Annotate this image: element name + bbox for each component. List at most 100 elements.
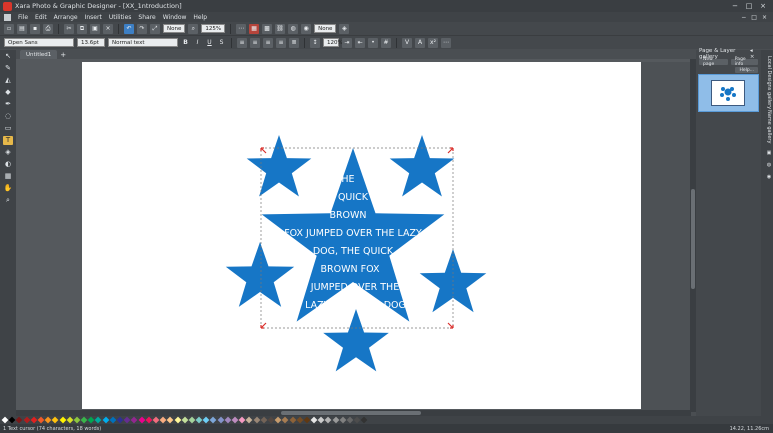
selection-handle-top-left[interactable]: [260, 147, 267, 154]
align-right-icon[interactable]: ≡: [263, 37, 273, 48]
eraser-tool-icon[interactable]: ◆: [3, 88, 13, 97]
page-thumbnail[interactable]: [711, 80, 745, 106]
color-palette[interactable]: [0, 416, 773, 424]
menu-arrange[interactable]: Arrange: [54, 14, 78, 21]
more-options-icon[interactable]: ⋯: [441, 37, 451, 48]
strikethrough-button[interactable]: S: [217, 39, 226, 46]
color-swatch[interactable]: [289, 416, 296, 424]
text-line-1[interactable]: THE: [335, 174, 355, 185]
shape-editor-tool-icon[interactable]: ◭: [3, 76, 13, 85]
text-style-select[interactable]: Normal text: [108, 38, 178, 47]
menu-help[interactable]: Help: [193, 14, 207, 21]
zoom-select[interactable]: 125%: [201, 24, 226, 33]
rectangle-tool-icon[interactable]: ▭: [3, 124, 13, 133]
color-swatch[interactable]: [245, 416, 253, 424]
zoom-tool-icon[interactable]: ⌕: [3, 196, 13, 205]
color-swatch[interactable]: [253, 416, 260, 424]
baseline-icon[interactable]: A: [415, 37, 425, 48]
color-swatch[interactable]: [332, 416, 340, 424]
cut-icon[interactable]: ✂: [64, 23, 74, 34]
color-swatch[interactable]: [260, 416, 268, 424]
line-spacing-icon[interactable]: ↕: [310, 37, 320, 48]
new-document-icon[interactable]: ▫: [4, 23, 14, 34]
vertical-scroll-thumb[interactable]: [691, 189, 695, 289]
canvas-area[interactable]: THE QUICK BROWN FOX JUMPED OVER THE LAZY…: [16, 59, 691, 412]
add-tab-button[interactable]: +: [60, 51, 66, 59]
selector-tool-icon[interactable]: ↖: [3, 52, 13, 61]
line-spacing-select[interactable]: 120%: [323, 38, 343, 47]
doc-restore-button[interactable]: □: [751, 14, 757, 21]
push-tool-icon[interactable]: ✋: [3, 184, 13, 193]
text-line-3[interactable]: BROWN: [329, 210, 366, 221]
menu-utilities[interactable]: Utilities: [109, 14, 132, 21]
bold-button[interactable]: B: [181, 39, 190, 46]
grid-icon[interactable]: ⋯: [236, 23, 247, 34]
font-size-select[interactable]: 13.6pt: [77, 38, 105, 47]
help-button[interactable]: Help...: [735, 67, 758, 73]
font-name-select[interactable]: Open Sans: [4, 38, 74, 47]
menu-file[interactable]: File: [18, 14, 28, 21]
link-icon[interactable]: ⛓: [275, 23, 286, 34]
text-line-2[interactable]: QUICK: [338, 192, 369, 203]
align-left-icon[interactable]: ≡: [237, 37, 247, 48]
menu-insert[interactable]: Insert: [85, 14, 102, 21]
color-swatch[interactable]: [325, 416, 332, 424]
align-center-icon[interactable]: ≡: [250, 37, 260, 48]
gallery-icon[interactable]: ▣: [762, 150, 772, 156]
tab-name-gallery[interactable]: Name gallery: [762, 110, 772, 143]
document-page[interactable]: THE QUICK BROWN FOX JUMPED OVER THE LAZY…: [82, 62, 641, 409]
superscript-icon[interactable]: x²: [428, 37, 438, 48]
numbered-list-icon[interactable]: #: [381, 37, 391, 48]
color-swatch[interactable]: [37, 416, 45, 424]
star-top-right[interactable]: [389, 135, 455, 197]
color-swatch[interactable]: [123, 416, 131, 424]
color-swatch[interactable]: [360, 416, 368, 424]
snap-icon[interactable]: ▦: [249, 23, 260, 34]
text-line-7[interactable]: JUMPED OVER THE: [310, 282, 399, 293]
color-swatch[interactable]: [267, 416, 275, 424]
color-swatch[interactable]: [23, 416, 30, 424]
text-line-4[interactable]: FOX JUMPED OVER THE LAZY: [284, 228, 422, 239]
color-swatch[interactable]: [181, 416, 189, 424]
color-swatch[interactable]: [238, 416, 246, 424]
doc-minimize-button[interactable]: −: [741, 14, 746, 21]
contour-tool-icon[interactable]: ◌: [3, 112, 13, 121]
menu-window[interactable]: Window: [163, 14, 187, 21]
minimize-button[interactable]: −: [731, 2, 739, 10]
color-swatch[interactable]: [138, 416, 145, 424]
color-swatch[interactable]: [145, 416, 153, 424]
indent-icon[interactable]: ⇥: [342, 37, 352, 48]
color-swatch[interactable]: [310, 416, 318, 424]
color-swatch[interactable]: [159, 416, 167, 424]
zoom-icon[interactable]: ⌕: [188, 23, 199, 34]
color-swatch[interactable]: [44, 416, 52, 424]
color-swatch[interactable]: [109, 416, 117, 424]
color-swatch[interactable]: [296, 416, 304, 424]
open-folder-icon[interactable]: ▤: [17, 23, 27, 34]
layer-icon[interactable]: ◍: [762, 162, 772, 168]
freehand-tool-icon[interactable]: ✎: [3, 64, 13, 73]
transform-icon[interactable]: ⤢: [150, 23, 160, 34]
quality-select[interactable]: None: [163, 24, 186, 33]
color-swatch[interactable]: [339, 416, 347, 424]
page-thumbnail-item[interactable]: [698, 74, 759, 112]
copy-icon[interactable]: ⧉: [77, 23, 87, 34]
justify-icon[interactable]: ≡: [276, 37, 286, 48]
horizontal-scroll-thumb[interactable]: [281, 411, 421, 415]
outdent-icon[interactable]: ⇤: [355, 37, 365, 48]
selection-handle-top-right[interactable]: [447, 147, 454, 154]
selection-handle-bottom-right[interactable]: [447, 322, 454, 329]
close-button[interactable]: ×: [759, 2, 767, 10]
undo-icon[interactable]: ↶: [124, 23, 134, 34]
star-top-left[interactable]: [246, 135, 312, 197]
star-mid-left[interactable]: [225, 242, 295, 307]
photo-icon[interactable]: ▩: [262, 23, 273, 34]
color-swatch[interactable]: [274, 416, 282, 424]
color-swatch[interactable]: [80, 416, 88, 424]
selection-handle-bottom-left[interactable]: [260, 322, 267, 329]
color-swatch[interactable]: [210, 416, 217, 424]
paste-icon[interactable]: ▣: [90, 23, 100, 34]
delete-icon[interactable]: ×: [103, 23, 113, 34]
color-swatch[interactable]: [174, 416, 181, 424]
color-swatch[interactable]: [166, 416, 174, 424]
